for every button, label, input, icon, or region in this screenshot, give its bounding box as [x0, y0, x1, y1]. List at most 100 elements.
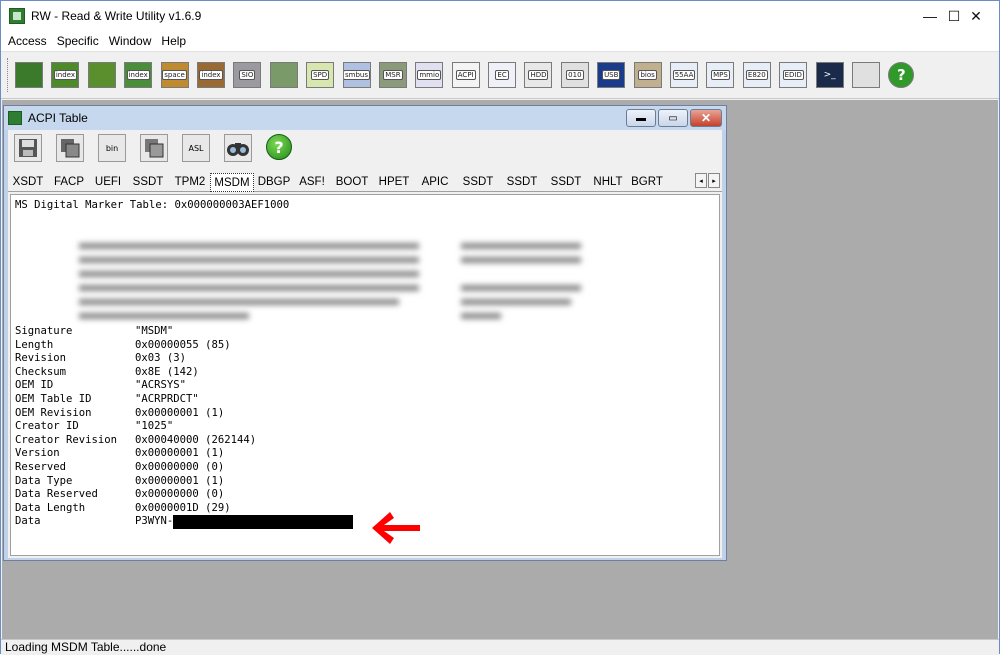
toolbar-io-index-button[interactable]: index	[196, 62, 225, 88]
toolbar-mps-button[interactable]: MPS	[706, 62, 735, 88]
field-row: OEM Revision 0x00000001 (1)	[15, 407, 224, 421]
toolbar-help-button[interactable]: ?	[888, 62, 915, 88]
toolbar-sio-button[interactable]: SIO	[233, 62, 262, 88]
toolbar-grip[interactable]	[7, 58, 10, 92]
toolbar-usb-label: USB	[602, 70, 621, 80]
tab-ssdt-13[interactable]: SSDT	[544, 172, 588, 191]
toolbar-ec-label: EC	[495, 70, 509, 80]
menu-help[interactable]: Help	[156, 34, 191, 48]
field-key: Revision	[15, 352, 67, 365]
field-value: "ACRPRDCT"	[135, 393, 199, 405]
toolbar-acpi-button[interactable]: ACPI	[451, 62, 480, 88]
toolbar-pci-button[interactable]	[15, 62, 43, 88]
tab-xsdt-0[interactable]: XSDT	[8, 172, 48, 191]
title-bar[interactable]: RW - Read & Write Utility v1.6.9 — ☐ ✕	[1, 1, 999, 31]
tab-ssdt-3[interactable]: SSDT	[126, 172, 170, 191]
acpi-window-titlebar[interactable]: ACPI Table ▬ ▭ ✕	[4, 106, 726, 130]
table-header-line: MS Digital Marker Table: 0x000000003AEF1…	[15, 199, 290, 211]
tab-nhlt-14[interactable]: NHLT	[588, 172, 628, 191]
tabs-scroll-right[interactable]: ▸	[708, 173, 720, 188]
tab-hpet-9[interactable]: HPET	[374, 172, 414, 191]
toolbar-e820-button[interactable]: E820	[742, 62, 771, 88]
tab-msdm-5[interactable]: MSDM	[210, 173, 254, 192]
toolbar-smbus-button[interactable]: smbus	[342, 62, 371, 88]
tab-dbgp-6[interactable]: DBGP	[254, 172, 294, 191]
tab-ssdt-11[interactable]: SSDT	[456, 172, 500, 191]
toolbar-spd-label: SPD	[311, 70, 330, 80]
field-key: OEM Revision	[15, 406, 92, 419]
bin-save-icon[interactable]: bin	[98, 134, 126, 162]
acpi-maximize-button[interactable]: ▭	[658, 109, 688, 127]
field-value: 0x00040000 (262144)	[135, 433, 257, 446]
toolbar-console-button[interactable]: >_	[815, 62, 844, 88]
find-icon[interactable]	[224, 134, 252, 162]
field-key: Data Type	[15, 474, 73, 487]
tab-bgrt-15[interactable]: BGRT	[628, 172, 666, 191]
menu-window[interactable]: Window	[104, 34, 157, 48]
toolbar-usb-button[interactable]: USB	[597, 62, 626, 88]
toolbar-pci-index-button[interactable]: index	[51, 62, 80, 88]
toolbar-edid-label: EDID	[782, 70, 804, 80]
main-toolbar: index index space index SIO SPD smbus MSR mmio AC…	[1, 51, 999, 99]
field-key: OEM Table ID	[15, 393, 92, 405]
toolbar-dimm-button[interactable]	[851, 62, 880, 88]
toolbar-memory-index-button[interactable]: index	[124, 62, 153, 88]
toolbar-spd-button[interactable]: SPD	[306, 62, 335, 88]
toolbar-cmos-button[interactable]: 010	[560, 62, 589, 88]
tab-facp-1[interactable]: FACP	[48, 172, 90, 191]
close-button[interactable]: ✕	[953, 1, 999, 31]
hex-dump-blurred	[15, 227, 419, 319]
toolbar-io-space-button[interactable]: space	[160, 62, 189, 88]
field-value: 0x00000001 (1)	[135, 474, 225, 487]
acpi-window-icon	[8, 111, 22, 125]
asl-icon[interactable]: ASL	[182, 134, 210, 162]
toolbar-pci-index-label: index	[53, 70, 77, 80]
field-row: Signature "MSDM"	[15, 325, 173, 339]
field-key: Signature	[15, 325, 73, 337]
toolbar-msr-button[interactable]: MSR	[378, 62, 407, 88]
save-icon[interactable]	[14, 134, 42, 162]
toolbar-memory-index-label: index	[126, 70, 150, 80]
app-icon	[9, 8, 25, 24]
field-value: "1025"	[135, 420, 174, 433]
main-window: RW - Read & Write Utility v1.6.9 — ☐ ✕ A…	[0, 0, 1000, 655]
menu-specific[interactable]: Specific	[52, 34, 104, 48]
acpi-table-window: ACPI Table ▬ ▭ ✕ bin ASL ? XSDT FACP UEF…	[3, 105, 727, 561]
toolbar-mmio-button[interactable]: mmio	[415, 62, 444, 88]
toolbar-ec-button[interactable]: EC	[488, 62, 517, 88]
toolbar-help-label: ?	[897, 66, 906, 84]
tab-asf-7[interactable]: ASF!	[294, 172, 330, 191]
menu-access[interactable]: Access	[3, 34, 52, 48]
toolbar-edid-button[interactable]: EDID	[779, 62, 808, 88]
field-key: Creator Revision	[15, 433, 118, 446]
tab-ssdt-12[interactable]: SSDT	[500, 172, 544, 191]
field-key: Version	[15, 447, 60, 460]
toolbar-mmio-label: mmio	[417, 70, 442, 80]
field-row: Data Reserved 0x00000000 (0)	[15, 488, 224, 502]
acpi-minimize-button[interactable]: ▬	[626, 109, 656, 127]
table-content-pane[interactable]: MS Digital Marker Table: 0x000000003AEF1…	[10, 194, 720, 556]
tab-uefi-2[interactable]: UEFI	[90, 172, 126, 191]
field-row: Revision 0x03 (3)	[15, 352, 186, 366]
tabs-scroll-left[interactable]: ◂	[695, 173, 707, 188]
tab-boot-8[interactable]: BOOT	[330, 172, 374, 191]
acpi-table-tabs: XSDT FACP UEFI SSDT TPM2 MSDM DBGP ASF! BOOT HPET…	[8, 172, 722, 192]
bin-copy-icon[interactable]	[140, 134, 168, 162]
tab-apic-10[interactable]: APIC	[414, 172, 456, 191]
copy-icon[interactable]	[56, 134, 84, 162]
toolbar-memory-button[interactable]	[87, 62, 116, 88]
field-row: Data Length 0x0000001D (29)	[15, 502, 231, 516]
toolbar-ac-power-button[interactable]	[269, 62, 298, 88]
tab-tpm2-4[interactable]: TPM2	[170, 172, 210, 191]
acpi-window-body: bin ASL ? XSDT FACP UEFI SSDT TPM2 MSDM DBGP AS…	[8, 130, 722, 558]
field-key: Data Length	[15, 501, 86, 514]
toolbar-hdd-button[interactable]: HDD	[524, 62, 553, 88]
help-icon[interactable]: ?	[266, 134, 292, 160]
field-row: OEM ID "ACRSYS"	[15, 379, 186, 393]
field-key: OEM ID	[15, 379, 54, 392]
toolbar-sio-label: SIO	[239, 70, 256, 80]
toolbar-smbios-button[interactable]: bios	[633, 62, 662, 88]
toolbar-55aa-button[interactable]: 55AA	[670, 62, 699, 88]
acpi-close-button[interactable]: ✕	[690, 109, 722, 127]
field-value: "ACRSYS"	[135, 379, 187, 392]
